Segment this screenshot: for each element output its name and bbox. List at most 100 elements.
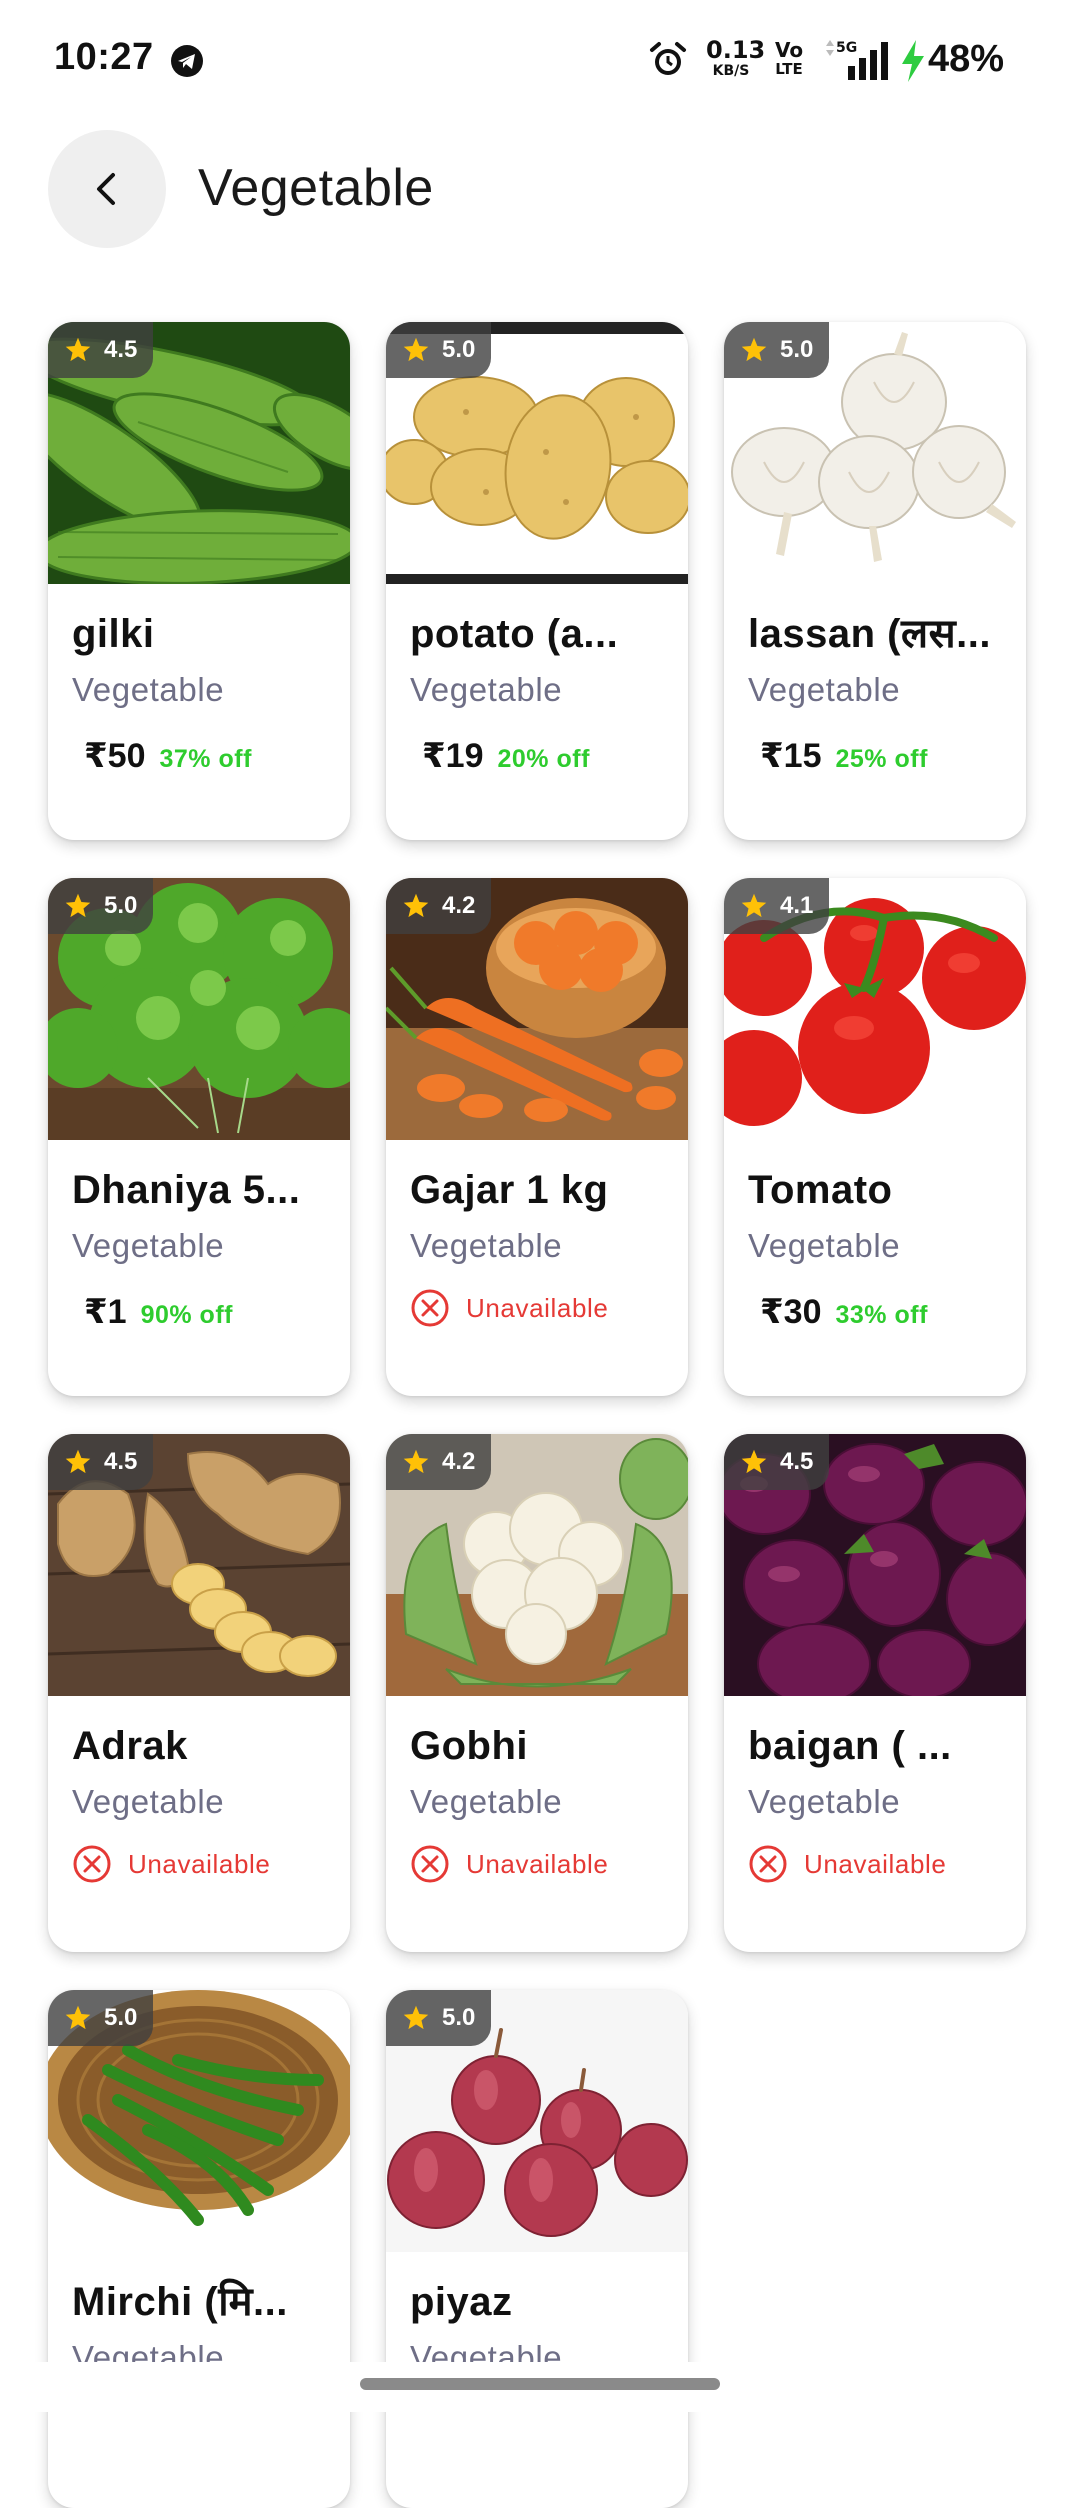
rating-badge: 4.2: [386, 1434, 492, 1490]
unavailable-status: Unavailable: [72, 1844, 326, 1884]
star-icon: [741, 1449, 767, 1474]
close-circle-icon: [73, 1845, 111, 1883]
price-row: ₹15 25% off: [748, 736, 1002, 776]
product-image: 5.0: [48, 1990, 350, 2252]
star-icon: [65, 337, 91, 362]
product-image: 5.0: [48, 878, 350, 1140]
product-name: potato (a...: [410, 612, 619, 656]
discount-label: 33% off: [835, 1301, 928, 1329]
telegram-icon: [171, 45, 203, 77]
rating-badge: 4.5: [48, 1434, 154, 1490]
product-card[interactable]: 4.5 gilki Vegetable ₹50 37% off: [48, 322, 350, 840]
rating-value: 4.5: [104, 1448, 138, 1475]
star-icon: [403, 893, 429, 918]
product-card[interactable]: 5.0 piyaz Vegetable: [386, 1990, 688, 2508]
rating-badge: 4.1: [724, 878, 830, 934]
network-speed: 0.13 KB/S: [706, 36, 766, 79]
product-image: 4.2: [386, 878, 688, 1140]
rating-badge: 5.0: [48, 878, 154, 934]
product-name: Gajar 1 kg: [410, 1168, 609, 1212]
discount-label: 20% off: [497, 745, 590, 773]
product-name: gilki: [72, 612, 155, 656]
product-category: Vegetable: [72, 671, 225, 708]
rating-badge: 4.5: [48, 322, 154, 378]
cellular-signal-icon: 5G: [826, 40, 888, 80]
close-circle-icon: [411, 1845, 449, 1883]
product-category: Vegetable: [410, 671, 563, 708]
status-time: 10:27: [54, 36, 154, 78]
product-name: piyaz: [410, 2280, 513, 2324]
product-category: Vegetable: [72, 1783, 225, 1820]
product-price: ₹50: [84, 737, 146, 775]
product-category: Vegetable: [748, 1783, 901, 1820]
product-card[interactable]: 4.5 baigan ( ... Vegetable Unavailable: [724, 1434, 1026, 1952]
star-icon: [403, 1449, 429, 1474]
product-grid: 4.5 gilki Vegetable ₹50 37% off 5.0 pota…: [48, 322, 1032, 2508]
product-category: Vegetable: [410, 1227, 563, 1264]
product-card[interactable]: 5.0 Dhaniya 5... Vegetable ₹1 90% off: [48, 878, 350, 1396]
page-title: Vegetable: [198, 159, 434, 217]
product-card[interactable]: 5.0 potato (a... Vegetable ₹19 20% off: [386, 322, 688, 840]
product-name: Adrak: [72, 1724, 188, 1768]
close-circle-icon: [411, 1289, 449, 1327]
product-name: Mirchi (मि...: [72, 2280, 288, 2324]
unavailable-status: Unavailable: [748, 1844, 1002, 1884]
rating-badge: 5.0: [724, 322, 830, 378]
product-price: ₹1: [84, 1293, 127, 1331]
rating-value: 5.0: [104, 892, 138, 919]
product-card[interactable]: 4.1 Tomato Vegetable ₹30 33% off: [724, 878, 1026, 1396]
volte-indicator: Vo LTE: [774, 38, 804, 78]
alarm-icon: [650, 42, 686, 75]
product-image: 5.0: [724, 322, 1026, 584]
rating-badge: 4.2: [386, 878, 492, 934]
close-circle-icon: [749, 1845, 787, 1883]
rating-badge: 5.0: [48, 1990, 154, 2046]
rating-value: 5.0: [780, 336, 814, 363]
back-button[interactable]: [48, 130, 166, 248]
product-card[interactable]: 5.0 Mirchi (मि... Vegetable: [48, 1990, 350, 2508]
product-image: 5.0: [386, 322, 688, 584]
rating-value: 5.0: [104, 2004, 138, 2031]
product-card[interactable]: 4.5 Adrak Vegetable Unavailable: [48, 1434, 350, 1952]
star-icon: [65, 1449, 91, 1474]
discount-label: 37% off: [159, 745, 252, 773]
product-image: 4.5: [48, 322, 350, 584]
price-row: ₹50 37% off: [72, 736, 326, 776]
product-card[interactable]: 4.2 Gobhi Vegetable Unavailable: [386, 1434, 688, 1952]
gesture-navigation-handle[interactable]: [360, 2378, 720, 2390]
star-icon: [403, 2005, 429, 2030]
star-icon: [741, 337, 767, 362]
rating-badge: 4.5: [724, 1434, 830, 1490]
unavailable-status: Unavailable: [410, 1844, 664, 1884]
product-image: 4.5: [724, 1434, 1026, 1696]
star-icon: [65, 893, 91, 918]
star-icon: [741, 893, 767, 918]
star-icon: [65, 2005, 91, 2030]
rating-value: 4.5: [104, 336, 138, 363]
product-card[interactable]: 5.0 lassan (लस... Vegetable ₹15 25% off: [724, 322, 1026, 840]
star-icon: [403, 337, 429, 362]
battery-percentage: 48%: [928, 38, 1005, 80]
product-name: Dhaniya 5...: [72, 1168, 301, 1212]
product-name: Gobhi: [410, 1724, 529, 1768]
rating-value: 4.1: [780, 892, 814, 919]
unavailable-status: Unavailable: [410, 1288, 664, 1328]
rating-value: 5.0: [442, 336, 476, 363]
product-image: 4.5: [48, 1434, 350, 1696]
price-row: ₹30 33% off: [748, 1292, 1002, 1332]
product-price: ₹30: [760, 1293, 822, 1331]
product-category: Vegetable: [410, 1783, 563, 1820]
product-name: baigan ( ...: [748, 1724, 952, 1768]
rating-badge: 5.0: [386, 322, 492, 378]
price-row: ₹1 90% off: [72, 1292, 326, 1332]
product-image: 4.2: [386, 1434, 688, 1696]
rating-badge: 5.0: [386, 1990, 492, 2046]
discount-label: 90% off: [140, 1301, 233, 1329]
price-row: ₹19 20% off: [410, 736, 664, 776]
rating-value: 4.5: [780, 1448, 814, 1475]
unavailable-label: Unavailable: [466, 1848, 609, 1879]
charging-bolt-icon: [902, 40, 924, 82]
discount-label: 25% off: [835, 745, 928, 773]
product-card[interactable]: 4.2 Gajar 1 kg Vegetable Unavailable: [386, 878, 688, 1396]
unavailable-label: Unavailable: [466, 1292, 609, 1323]
